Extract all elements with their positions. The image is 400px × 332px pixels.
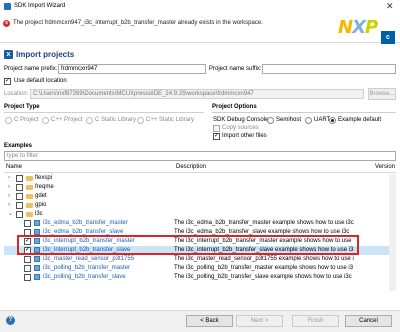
nxp-logo: NXP [338,17,378,38]
import-other-files-label: Import other files [222,133,267,139]
title-bar: SDK Import Wizard ✕ [0,0,400,13]
tree-row-flexspi[interactable]: › flexspi [4,174,396,183]
import-other-files-checkbox[interactable] [213,133,220,140]
next-button[interactable]: Next > [236,315,283,327]
project-options-divider [212,112,396,113]
section-title: Import projects [16,50,75,59]
selection-highlight-box [17,235,359,255]
use-default-location-label: Use default location [14,78,67,84]
radio-example-default-label: Example default [338,117,382,123]
radio-semihost-label: Semihost [276,117,302,123]
use-default-location-checkbox[interactable] [4,78,11,85]
location-input[interactable]: C:\Users\nxf87399\Documents\MCUXpressoID… [30,89,364,99]
radio-c-static-library-label: C Static Library [95,117,137,123]
examples-heading: Examples [4,143,33,149]
browse-button[interactable]: Browse... [368,88,396,100]
radio-example-default[interactable] [329,117,336,124]
radio-c-project[interactable] [5,117,12,124]
project-name-prefix-label: Project name prefix: [4,66,58,72]
radio-c-static-library[interactable] [86,117,93,124]
radio-cpp-project-label: C++ Project [51,117,83,123]
close-icon[interactable]: ✕ [386,1,394,11]
tree-row-gpio[interactable]: › gpio [4,201,396,210]
finish-button[interactable]: Finish [292,315,339,327]
radio-cpp-project[interactable] [42,117,49,124]
location-label: Location: [4,91,29,97]
brand-badge-icon: c [381,31,395,44]
copy-sources-label: Copy sources [222,125,259,131]
radio-semihost[interactable] [267,117,274,124]
radio-uart[interactable] [305,117,312,124]
tree-row-i3c-edma-master[interactable]: i3c_edma_b2b_transfer_master The i3c_edm… [4,219,396,228]
column-description[interactable]: Description [176,164,206,170]
project-type-heading: Project Type [4,104,40,110]
error-message: The project frdmmcxn947_i3c_interrupt_b2… [13,20,263,26]
radio-cpp-static-library-label: C++ Static Library [146,117,195,123]
tree-row-i3c[interactable]: ⌄ i3c [4,210,396,219]
help-icon[interactable]: ? [6,316,15,325]
error-icon: x [3,20,10,27]
column-name[interactable]: Name [6,164,22,170]
cancel-button[interactable]: Cancel [345,315,392,327]
tree-row-gdet[interactable]: › gdet [4,192,396,201]
sdk-debug-console-label: SDK Debug Console [213,117,269,123]
examples-tree[interactable]: › flexspi › freqme › gdet › gpio ⌄ i3c i… [4,174,396,291]
column-version[interactable]: Version [375,164,395,170]
radio-c-project-label: C Project [14,117,39,123]
tree-scrollbar[interactable] [389,174,396,291]
import-projects-icon: x [4,50,13,59]
back-button[interactable]: < Back [186,315,233,327]
project-options-heading: Project Options [212,104,257,110]
filter-input[interactable]: type to filter [4,151,396,161]
wizard-header: x The project frdmmcxn947_i3c_interrupt_… [0,13,400,44]
window-title: SDK Import Wizard [14,3,66,9]
project-name-suffix-input[interactable] [262,64,396,74]
copy-sources-checkbox[interactable] [213,125,220,132]
project-name-suffix-label: Project name suffix: [209,66,262,72]
examples-table-header: Name Description Version [4,163,396,173]
radio-cpp-static-library[interactable] [137,117,144,124]
project-type-divider [4,112,204,113]
tree-row-i3c-polling-slave[interactable]: i3c_polling_b2b_transfer_slave The i3c_p… [4,273,396,282]
radio-uart-label: UART [314,117,331,123]
tree-row-i3c-master-read-sensor[interactable]: i3c_master_read_sensor_p3t1755 The i3c_m… [4,255,396,264]
tree-row-i3c-polling-master[interactable]: i3c_polling_b2b_transfer_master The i3c_… [4,264,396,273]
app-icon [4,3,11,10]
project-name-prefix-input[interactable]: frdmmcxn947 [58,64,206,74]
tree-row-freqme[interactable]: › freqme [4,183,396,192]
